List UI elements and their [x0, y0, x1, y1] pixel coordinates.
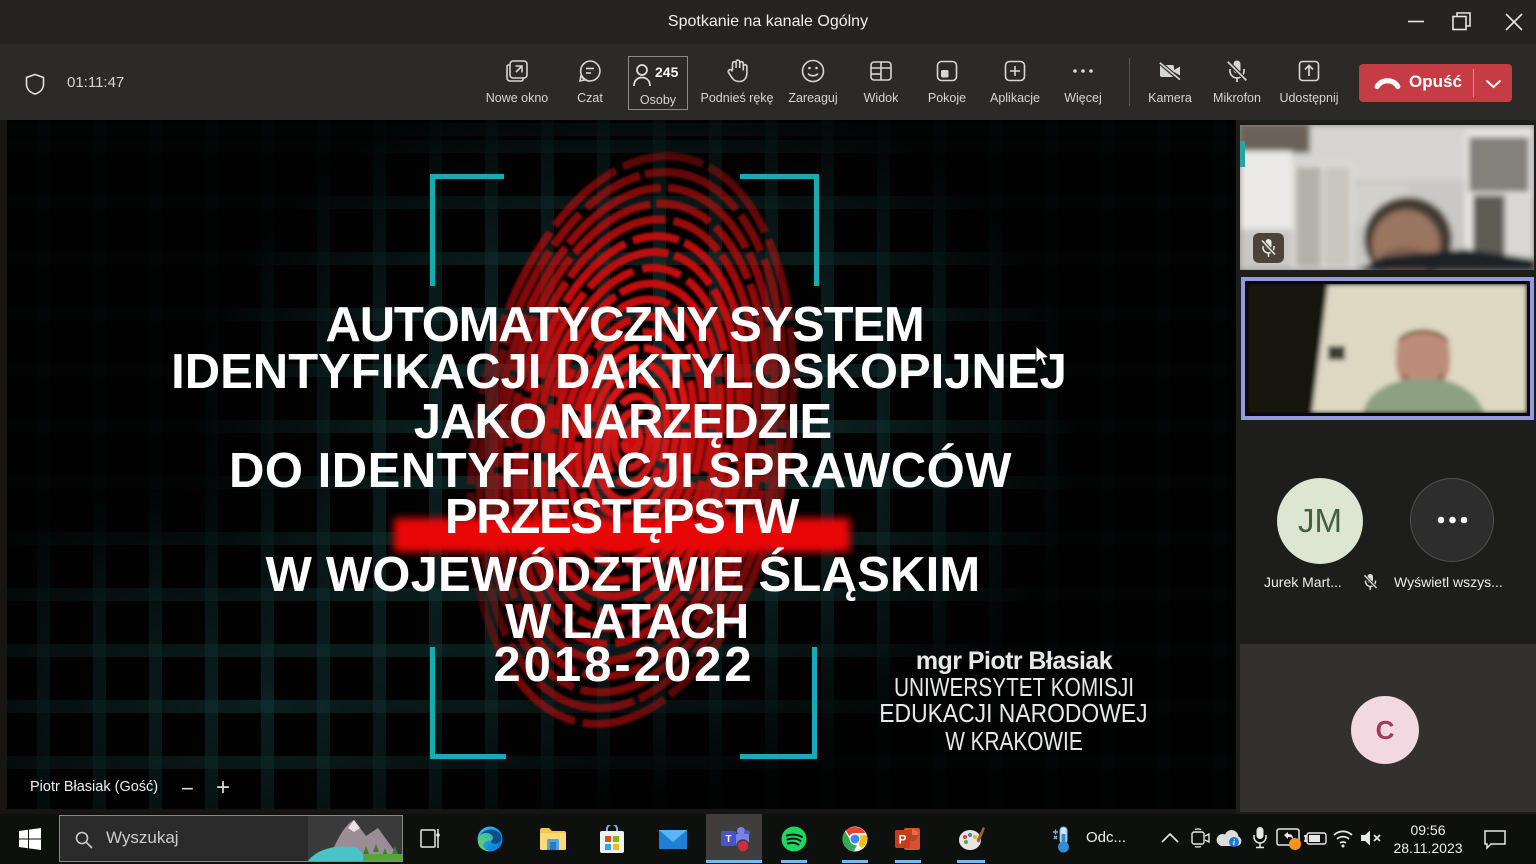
- svg-text:P: P: [898, 833, 906, 847]
- svg-text:T: T: [725, 834, 731, 845]
- svg-text:245: 245: [655, 64, 679, 80]
